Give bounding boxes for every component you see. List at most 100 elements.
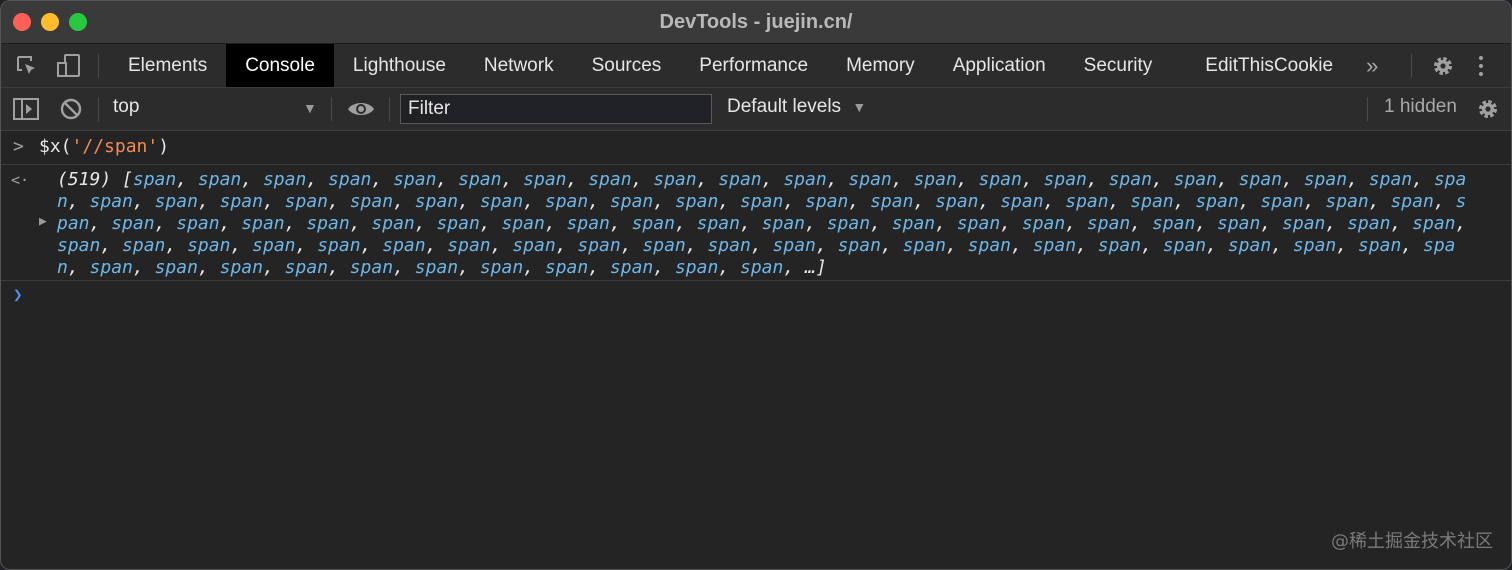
span-node-reference[interactable]: span [1000, 191, 1043, 212]
more-tabs-button[interactable]: » [1352, 44, 1386, 87]
tab-console[interactable]: Console [226, 44, 334, 87]
span-node-reference[interactable]: span [978, 169, 1021, 190]
tab-security[interactable]: Security [1065, 44, 1172, 87]
span-node-reference[interactable]: span [176, 213, 219, 234]
result-array[interactable]: (519) [span, span, span, span, span, spa… [57, 169, 1477, 279]
span-node-reference[interactable]: span [762, 213, 805, 234]
span-node-reference[interactable]: span [241, 213, 284, 234]
live-expression-eye-icon[interactable] [347, 100, 375, 123]
context-selector[interactable]: top [113, 96, 139, 118]
span-node-reference[interactable]: span [1174, 169, 1217, 190]
span-node-reference[interactable]: span [632, 213, 675, 234]
span-node-reference[interactable]: span [328, 169, 371, 190]
span-node-reference[interactable]: span [1293, 235, 1336, 256]
span-node-reference[interactable]: span [913, 169, 956, 190]
span-node-reference[interactable]: span [1260, 191, 1303, 212]
span-node-reference[interactable]: span [707, 235, 750, 256]
span-node-reference[interactable]: span [415, 257, 458, 278]
span-node-reference[interactable]: span [512, 235, 555, 256]
filter-input[interactable]: Filter [400, 94, 712, 124]
span-node-reference[interactable]: span [285, 191, 328, 212]
span-node-reference[interactable]: span [848, 169, 891, 190]
span-node-reference[interactable]: span [263, 169, 306, 190]
span-node-reference[interactable]: span [220, 257, 263, 278]
log-levels-dropdown[interactable]: Default levels ▼ [727, 96, 866, 118]
span-node-reference[interactable]: span [545, 257, 588, 278]
span-node-reference[interactable]: span [57, 235, 100, 256]
span-node-reference[interactable]: span [588, 169, 631, 190]
span-node-reference[interactable]: span [1304, 169, 1347, 190]
span-node-reference[interactable]: span [653, 169, 696, 190]
span-node-reference[interactable]: span [610, 191, 653, 212]
device-toolbar-icon[interactable] [56, 54, 82, 83]
span-node-reference[interactable]: span [805, 191, 848, 212]
span-node-reference[interactable]: span [155, 191, 198, 212]
span-node-reference[interactable]: span [1390, 191, 1433, 212]
span-node-reference[interactable]: span [675, 191, 718, 212]
span-node-reference[interactable]: span [1358, 235, 1401, 256]
console-input-prompt-icon[interactable]: ❯ [13, 285, 23, 304]
tab-memory[interactable]: Memory [827, 44, 934, 87]
span-node-reference[interactable]: span [935, 191, 978, 212]
span-node-reference[interactable]: span [371, 213, 414, 234]
span-node-reference[interactable]: span [1022, 213, 1065, 234]
span-node-reference[interactable]: span [740, 257, 783, 278]
span-node-reference[interactable]: span [567, 213, 610, 234]
span-node-reference[interactable]: span [90, 257, 133, 278]
span-node-reference[interactable]: span [415, 191, 458, 212]
span-node-reference[interactable]: span [480, 191, 523, 212]
span-node-reference[interactable]: span [642, 235, 685, 256]
span-node-reference[interactable]: span [1369, 169, 1412, 190]
tab-lighthouse[interactable]: Lighthouse [334, 44, 465, 87]
tab-network[interactable]: Network [465, 44, 573, 87]
clear-console-icon[interactable] [60, 98, 82, 125]
span-node-reference[interactable]: span [1347, 213, 1390, 234]
context-dropdown-icon[interactable]: ▼ [303, 100, 317, 116]
span-node-reference[interactable]: span [350, 191, 393, 212]
span-node-reference[interactable]: span [718, 169, 761, 190]
span-node-reference[interactable]: span [1098, 235, 1141, 256]
span-node-reference[interactable]: span [697, 213, 740, 234]
span-node-reference[interactable]: span [220, 191, 263, 212]
span-node-reference[interactable]: span [1282, 213, 1325, 234]
show-sidebar-icon[interactable] [13, 98, 39, 125]
tab-application[interactable]: Application [934, 44, 1065, 87]
span-node-reference[interactable]: span [111, 213, 154, 234]
inspect-element-icon[interactable] [15, 54, 39, 83]
span-node-reference[interactable]: span [1130, 191, 1173, 212]
tab-elements[interactable]: Elements [109, 44, 226, 87]
span-node-reference[interactable]: span [773, 235, 816, 256]
span-node-reference[interactable]: span [306, 213, 349, 234]
tab-performance[interactable]: Performance [680, 44, 827, 87]
span-node-reference[interactable]: span [1033, 235, 1076, 256]
span-node-reference[interactable]: span [1217, 213, 1260, 234]
span-node-reference[interactable]: span [957, 213, 1000, 234]
span-node-reference[interactable]: span [187, 235, 230, 256]
span-node-reference[interactable]: span [740, 191, 783, 212]
span-node-reference[interactable]: span [892, 213, 935, 234]
span-node-reference[interactable]: span [523, 169, 566, 190]
span-node-reference[interactable]: span [382, 235, 425, 256]
span-node-reference[interactable]: span [577, 235, 620, 256]
span-node-reference[interactable]: span [1044, 169, 1087, 190]
settings-gear-icon[interactable] [1431, 54, 1455, 83]
span-node-reference[interactable]: span [350, 257, 393, 278]
span-node-reference[interactable]: span [903, 235, 946, 256]
span-node-reference[interactable]: span [1109, 169, 1152, 190]
span-node-reference[interactable]: span [458, 169, 501, 190]
span-node-reference[interactable]: span [1065, 191, 1108, 212]
span-node-reference[interactable]: span [1163, 235, 1206, 256]
span-node-reference[interactable]: span [827, 213, 870, 234]
span-node-reference[interactable]: span [480, 257, 523, 278]
tab-sources[interactable]: Sources [573, 44, 681, 87]
span-node-reference[interactable]: span [1325, 191, 1368, 212]
span-node-reference[interactable]: span [968, 235, 1011, 256]
span-node-reference[interactable]: span [1087, 213, 1130, 234]
span-node-reference[interactable]: span [501, 213, 544, 234]
span-node-reference[interactable]: span [155, 257, 198, 278]
span-node-reference[interactable]: span [783, 169, 826, 190]
span-node-reference[interactable]: span [1228, 235, 1271, 256]
span-node-reference[interactable]: span [122, 235, 165, 256]
span-node-reference[interactable]: span [285, 257, 328, 278]
span-node-reference[interactable]: span [133, 169, 176, 190]
